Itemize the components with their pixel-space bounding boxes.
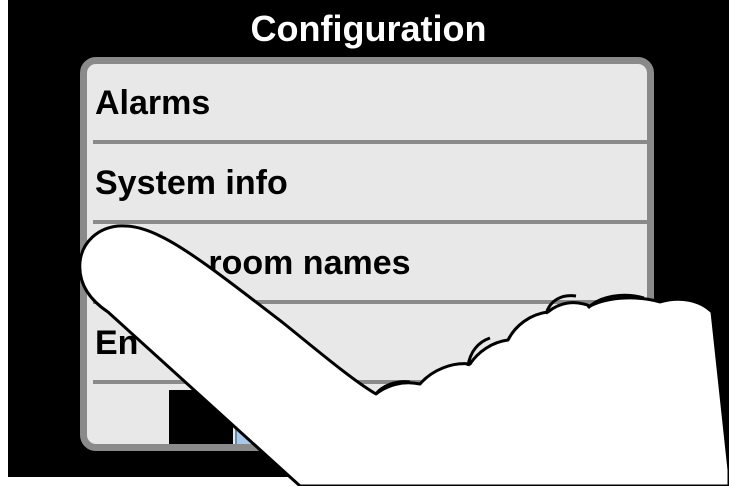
menu-item-partially-hidden[interactable]: En bbox=[87, 304, 647, 382]
menu-item-alarms[interactable]: Alarms bbox=[87, 64, 647, 142]
black-button[interactable] bbox=[169, 390, 233, 444]
menu-item-system-info[interactable]: System info bbox=[87, 144, 647, 222]
menu-divider bbox=[93, 380, 647, 384]
menu-bottom-bar bbox=[87, 386, 647, 444]
device-screen: Configuration Alarms System info Define … bbox=[8, 0, 729, 477]
menu-item-define-room-names[interactable]: Define room names bbox=[87, 224, 647, 302]
screen-title: Configuration bbox=[250, 8, 487, 49]
configuration-menu: Alarms System info Define room names En bbox=[80, 57, 654, 451]
blue-button[interactable] bbox=[235, 390, 295, 444]
